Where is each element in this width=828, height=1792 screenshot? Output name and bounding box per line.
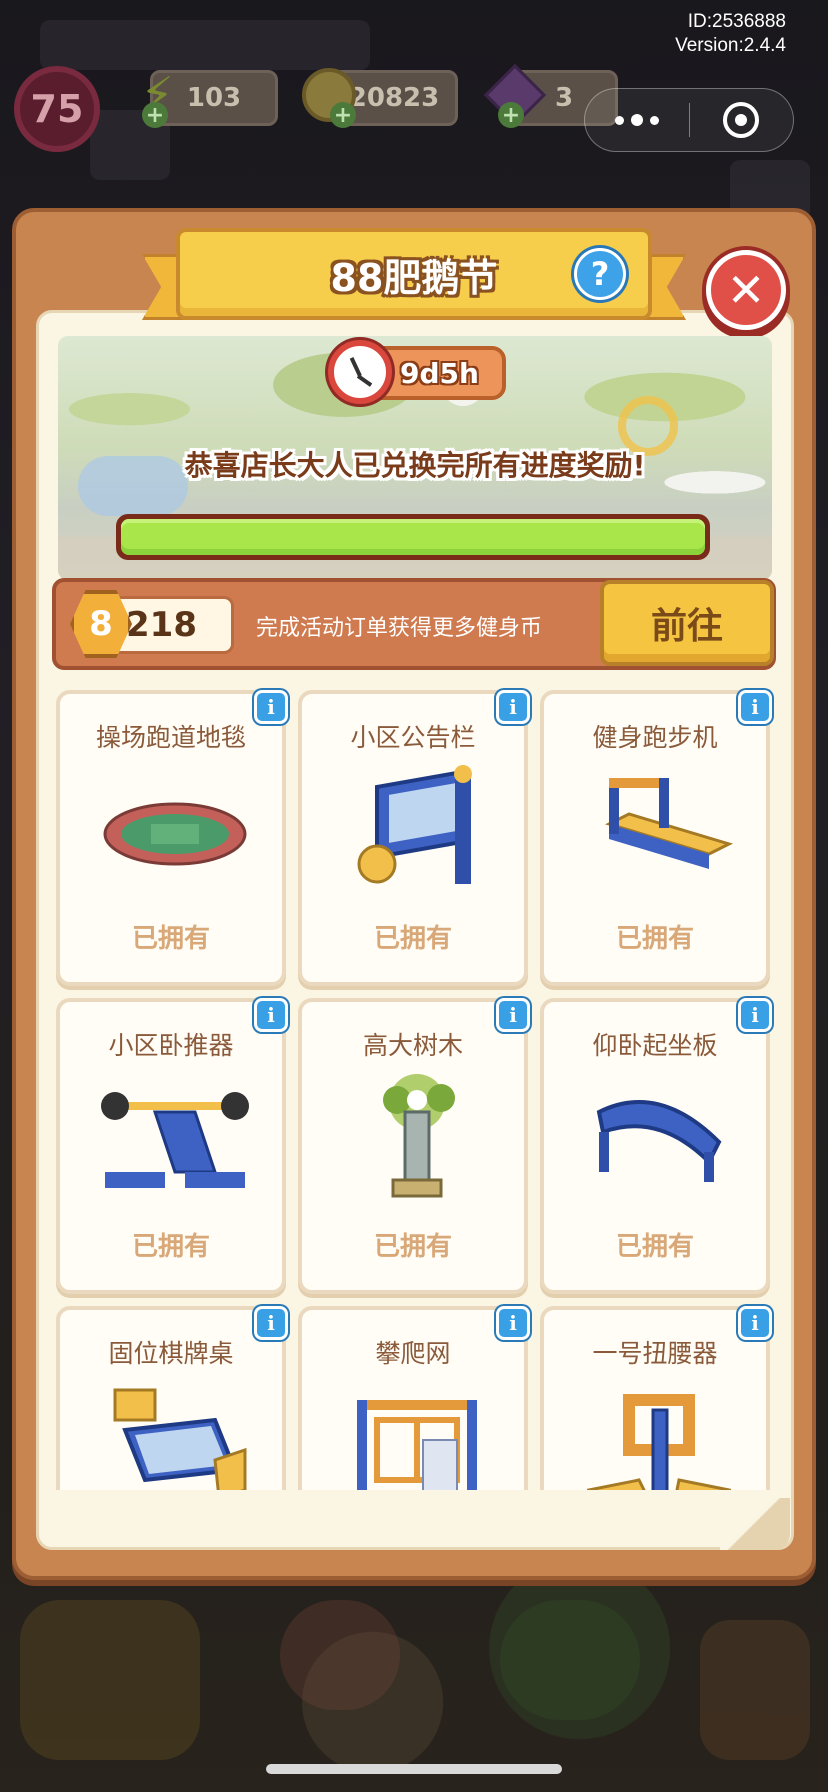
- info-icon[interactable]: i: [496, 690, 530, 724]
- reward-name: 高大树木: [362, 1031, 463, 1060]
- reward-name: 仰卧起坐板: [592, 1031, 718, 1060]
- bench-press-icon: [95, 1072, 255, 1202]
- reward-card[interactable]: 固位棋牌桌 i: [56, 1306, 288, 1490]
- waist-twister-icon: [579, 1380, 739, 1490]
- clock-icon: [328, 340, 392, 404]
- info-icon[interactable]: i: [738, 998, 772, 1032]
- account-info: ID:2536888 Version:2.4.4: [675, 10, 786, 58]
- exit-miniprogram-button[interactable]: [690, 102, 794, 138]
- game-version: Version:2.4.4: [675, 35, 786, 56]
- reward-card[interactable]: 仰卧起坐板已拥有 i: [540, 998, 772, 1294]
- reward-name: 健身跑步机: [592, 723, 718, 752]
- progress-fill: [121, 519, 705, 555]
- owned-status: 已拥有: [615, 1232, 694, 1262]
- info-icon[interactable]: i: [254, 998, 288, 1032]
- situp-board-icon: [579, 1072, 739, 1202]
- home-indicator: [266, 1764, 562, 1774]
- add-coins-plus-icon[interactable]: +: [330, 102, 356, 128]
- running-track-icon: [95, 764, 255, 894]
- owned-status: 已拥有: [615, 924, 694, 954]
- reward-card[interactable]: 健身跑步机已拥有 i: [540, 690, 772, 986]
- info-icon[interactable]: i: [496, 1306, 530, 1340]
- reward-name: 小区公告栏: [350, 723, 476, 752]
- reward-name: 固位棋牌桌: [108, 1339, 234, 1368]
- reward-grid: 操场跑道地毯 已拥有 i 小区公告栏 已拥有 i 健身跑步机 已拥有 i 小区卧推器 已拥有 i 高大树…: [50, 684, 780, 1490]
- bulletin-board-icon: [337, 764, 497, 894]
- add-gems-plus-icon[interactable]: +: [498, 102, 524, 128]
- info-icon[interactable]: i: [496, 998, 530, 1032]
- owned-status: 已拥有: [373, 1232, 452, 1262]
- reward-name: 操场跑道地毯: [95, 723, 246, 752]
- reward-card[interactable]: 一号扭腰器 i: [540, 1306, 772, 1490]
- reward-name: 一号扭腰器: [592, 1339, 718, 1368]
- more-options-button[interactable]: [585, 114, 689, 126]
- coin-hint: 完成活动订单获得更多健身币: [256, 616, 543, 641]
- reward-name: 攀爬网: [375, 1339, 451, 1368]
- player-id: ID:2536888: [687, 11, 786, 32]
- reward-name: 小区卧推器: [108, 1031, 234, 1060]
- close-button[interactable]: ✕: [706, 250, 786, 330]
- owned-status: 已拥有: [131, 924, 210, 954]
- climbing-net-icon: [337, 1380, 497, 1490]
- modal-title: 88肥鹅节: [330, 255, 498, 300]
- treadmill-icon: [579, 764, 739, 894]
- owned-status: 已拥有: [131, 1232, 210, 1262]
- level-badge[interactable]: 75: [14, 66, 100, 152]
- reward-card[interactable]: 小区卧推器已拥有 i: [56, 998, 288, 1294]
- tall-tree-icon: [337, 1072, 497, 1202]
- reward-card[interactable]: 攀爬网 i: [298, 1306, 530, 1490]
- info-icon[interactable]: i: [254, 1306, 288, 1340]
- help-button[interactable]: ?: [574, 248, 626, 300]
- page-curl-decoration: [720, 1498, 790, 1550]
- progress-bar: [116, 514, 710, 560]
- congrats-message: 恭喜店长大人已兑换完所有进度奖励!: [184, 449, 646, 482]
- owned-status: 已拥有: [373, 924, 452, 954]
- info-icon[interactable]: i: [738, 690, 772, 724]
- add-energy-plus-icon[interactable]: +: [142, 102, 168, 128]
- info-icon[interactable]: i: [738, 1306, 772, 1340]
- reward-card[interactable]: 小区公告栏已拥有 i: [298, 690, 530, 986]
- chess-table-icon: [95, 1380, 255, 1490]
- go-button[interactable]: 前往: [600, 580, 774, 666]
- reward-card[interactable]: 操场跑道地毯 已拥有 i: [56, 690, 288, 986]
- info-icon[interactable]: i: [254, 690, 288, 724]
- miniprogram-capsule: [584, 88, 794, 152]
- target-icon: [723, 102, 760, 138]
- reward-card[interactable]: 高大树木已拥有 i: [298, 998, 530, 1294]
